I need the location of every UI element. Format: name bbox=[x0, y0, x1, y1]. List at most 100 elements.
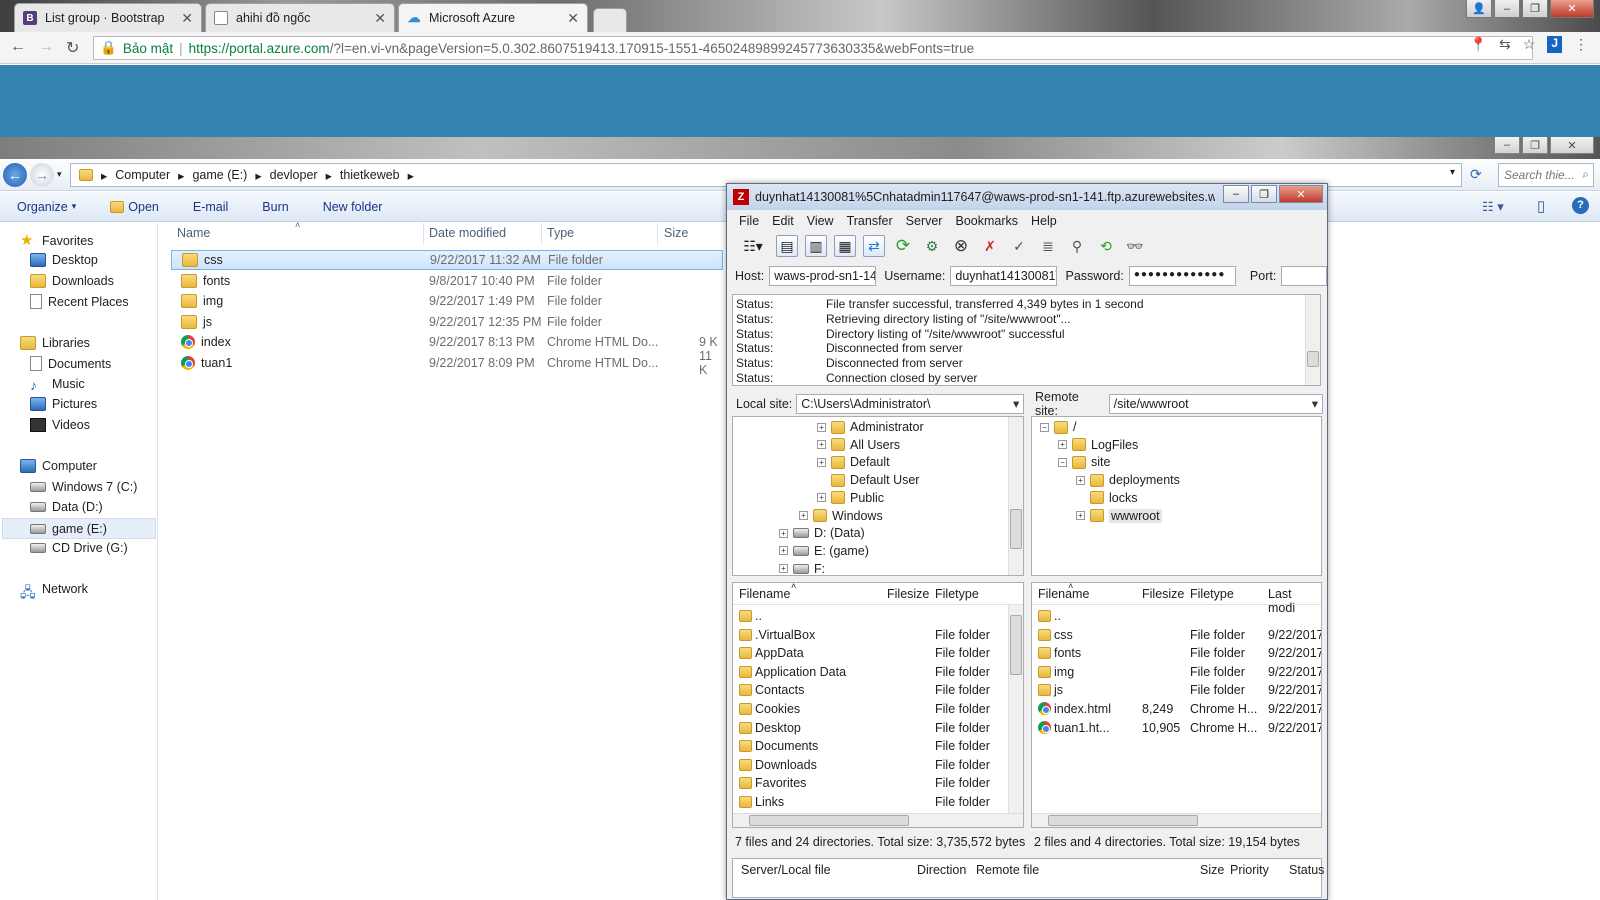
maximize-button[interactable]: ❐ bbox=[1251, 185, 1277, 203]
forward-icon[interactable]: → bbox=[38, 38, 54, 56]
toggle-log-icon[interactable]: ▤ bbox=[776, 235, 798, 257]
remote-file-row[interactable]: .. bbox=[1032, 607, 1321, 625]
pin-icon[interactable]: 📍 bbox=[1470, 36, 1487, 53]
address-dropdown[interactable]: ▾ bbox=[1450, 167, 1455, 178]
menu-help[interactable]: Help bbox=[1031, 214, 1057, 228]
column-type[interactable]: Type bbox=[547, 226, 574, 240]
new-folder-button[interactable]: New folder bbox=[306, 200, 400, 214]
open-button[interactable]: Open bbox=[93, 200, 176, 214]
remote-site-path[interactable]: /site/wwwroot bbox=[1108, 394, 1323, 414]
burn-button[interactable]: Burn bbox=[245, 200, 305, 214]
expand-toggle[interactable]: − bbox=[1040, 422, 1049, 432]
menu-bookmarks[interactable]: Bookmarks bbox=[955, 214, 1018, 228]
tree-item[interactable]: − / bbox=[1040, 420, 1076, 434]
expand-toggle[interactable]: + bbox=[779, 528, 788, 538]
local-file-row[interactable]: AppData File folder bbox=[733, 644, 1023, 662]
port-input[interactable] bbox=[1281, 266, 1327, 286]
reconnect-icon[interactable]: ✓ bbox=[1008, 235, 1030, 257]
column-priority[interactable]: Priority bbox=[1230, 863, 1269, 877]
remote-file-row[interactable]: fonts File folder 9/22/2017 bbox=[1032, 644, 1321, 662]
address-bar[interactable]: 🔒 Bảo mật | https://portal.azure.com/?l=… bbox=[93, 36, 1533, 60]
close-window-button[interactable]: ✕ bbox=[1279, 185, 1323, 203]
nav-videos[interactable]: Videos bbox=[30, 418, 90, 432]
cancel-icon[interactable]: ⊗ bbox=[950, 235, 972, 257]
column-size[interactable]: Size bbox=[664, 226, 688, 240]
column-direction[interactable]: Direction bbox=[917, 863, 966, 877]
nav-documents[interactable]: Documents bbox=[30, 356, 111, 371]
tree-item[interactable]: + F: bbox=[779, 562, 825, 575]
minimize-button[interactable]: – bbox=[1494, 0, 1520, 18]
breadcrumb-computer[interactable]: Computer bbox=[115, 168, 170, 182]
file-row[interactable]: fonts 9/8/2017 10:40 PM File folder bbox=[171, 271, 723, 291]
nav-pictures[interactable]: Pictures bbox=[30, 397, 97, 411]
local-file-row[interactable]: Downloads File folder bbox=[733, 756, 1023, 774]
column-server-local-file[interactable]: Server/Local file bbox=[741, 863, 831, 877]
column-filetype[interactable]: Filetype bbox=[1190, 587, 1234, 601]
refresh-icon[interactable]: ⟳ bbox=[892, 235, 914, 257]
file-row[interactable]: tuan1 9/22/2017 8:09 PM Chrome HTML Do... 1… bbox=[171, 349, 723, 377]
local-file-row[interactable]: Application Data File folder bbox=[733, 663, 1023, 681]
nav-drive-e[interactable]: game (E:) bbox=[2, 518, 156, 539]
menu-edit[interactable]: Edit bbox=[772, 214, 794, 228]
expand-toggle[interactable]: + bbox=[817, 440, 826, 450]
expand-toggle[interactable]: + bbox=[1076, 511, 1085, 520]
close-window-button[interactable]: ✕ bbox=[1550, 0, 1594, 18]
compare-icon[interactable]: ⚲ bbox=[1066, 235, 1088, 257]
local-file-row[interactable]: .. bbox=[733, 607, 1023, 625]
back-icon[interactable]: ← bbox=[3, 163, 27, 187]
password-input[interactable]: ●●●●●●●●●●●●● bbox=[1128, 266, 1236, 286]
translate-icon[interactable]: ⇆ bbox=[1499, 36, 1511, 53]
remote-file-row[interactable]: js File folder 9/22/2017 bbox=[1032, 681, 1321, 699]
file-row[interactable]: js 9/22/2017 12:35 PM File folder bbox=[171, 312, 723, 332]
local-file-row[interactable]: Documents File folder bbox=[733, 737, 1023, 755]
tab-bootstrap[interactable]: B List group · Bootstrap ✕ bbox=[14, 3, 202, 32]
nav-recent-places[interactable]: Recent Places bbox=[30, 294, 129, 309]
maximize-button[interactable]: ❐ bbox=[1522, 0, 1548, 18]
breadcrumb-thietkeweb[interactable]: thietkeweb bbox=[340, 168, 400, 182]
column-remote-file[interactable]: Remote file bbox=[976, 863, 1039, 877]
nav-libraries[interactable]: Libraries bbox=[20, 336, 90, 350]
process-queue-icon[interactable]: ⚙ bbox=[921, 235, 943, 257]
user-icon[interactable]: 👤 bbox=[1466, 0, 1492, 18]
expand-toggle[interactable]: + bbox=[817, 457, 826, 467]
tree-item[interactable]: + Administrator bbox=[817, 420, 924, 434]
tree-item[interactable]: + Public bbox=[817, 491, 884, 505]
nav-downloads[interactable]: Downloads bbox=[30, 274, 114, 288]
nav-network[interactable]: 🖧 Network bbox=[20, 582, 88, 600]
refresh-icon[interactable]: ⟳ bbox=[1470, 166, 1482, 183]
nav-computer[interactable]: Computer bbox=[20, 459, 97, 473]
expand-toggle[interactable]: + bbox=[799, 511, 808, 520]
nav-favorites[interactable]: ★ Favorites bbox=[20, 233, 93, 249]
nav-music[interactable]: ♪ Music bbox=[30, 377, 85, 393]
local-file-row[interactable]: Cookies File folder bbox=[733, 700, 1023, 718]
extension-icon[interactable]: J bbox=[1547, 36, 1562, 53]
tree-item[interactable]: − site bbox=[1058, 455, 1110, 469]
remote-file-row[interactable]: img File folder 9/22/2017 bbox=[1032, 663, 1321, 681]
organize-button[interactable]: Organize ▾ bbox=[0, 200, 93, 214]
menu-server[interactable]: Server bbox=[906, 214, 943, 228]
column-filename[interactable]: Filename bbox=[739, 587, 790, 601]
tree-item[interactable]: + wwwroot bbox=[1076, 508, 1162, 523]
menu-transfer[interactable]: Transfer bbox=[847, 214, 893, 228]
tree-item[interactable]: + deployments bbox=[1076, 473, 1180, 487]
local-list-hscrollbar[interactable] bbox=[733, 813, 1023, 827]
remote-file-row[interactable]: css File folder 9/22/2017 bbox=[1032, 626, 1321, 644]
bookmark-star-icon[interactable]: ☆ bbox=[1523, 36, 1536, 53]
expand-toggle[interactable]: + bbox=[779, 546, 788, 556]
breadcrumb-game-drive[interactable]: game (E:) bbox=[192, 168, 247, 182]
breadcrumb-devloper[interactable]: devloper bbox=[270, 168, 318, 182]
local-file-row[interactable]: Contacts File folder bbox=[733, 681, 1023, 699]
nav-drive-c[interactable]: Windows 7 (C:) bbox=[30, 480, 137, 494]
recent-pages-dropdown[interactable]: ▾ bbox=[57, 169, 62, 180]
column-filename[interactable]: Filename bbox=[1038, 587, 1089, 601]
back-icon[interactable]: ← bbox=[10, 38, 26, 56]
expand-toggle[interactable]: + bbox=[817, 422, 826, 432]
host-input[interactable]: waws-prod-sn1-141 bbox=[769, 266, 877, 286]
close-icon[interactable]: ✕ bbox=[374, 10, 386, 27]
site-manager-icon[interactable]: ☷▾ bbox=[737, 235, 769, 257]
tab-document[interactable]: ahihi đồ ngốc ✕ bbox=[205, 3, 395, 32]
local-site-path[interactable]: C:\Users\Administrator\ bbox=[796, 394, 1025, 414]
column-filetype[interactable]: Filetype bbox=[935, 587, 979, 601]
toggle-queue-icon[interactable]: ⇄ bbox=[863, 235, 885, 257]
local-file-row[interactable]: Links File folder bbox=[733, 793, 1023, 811]
